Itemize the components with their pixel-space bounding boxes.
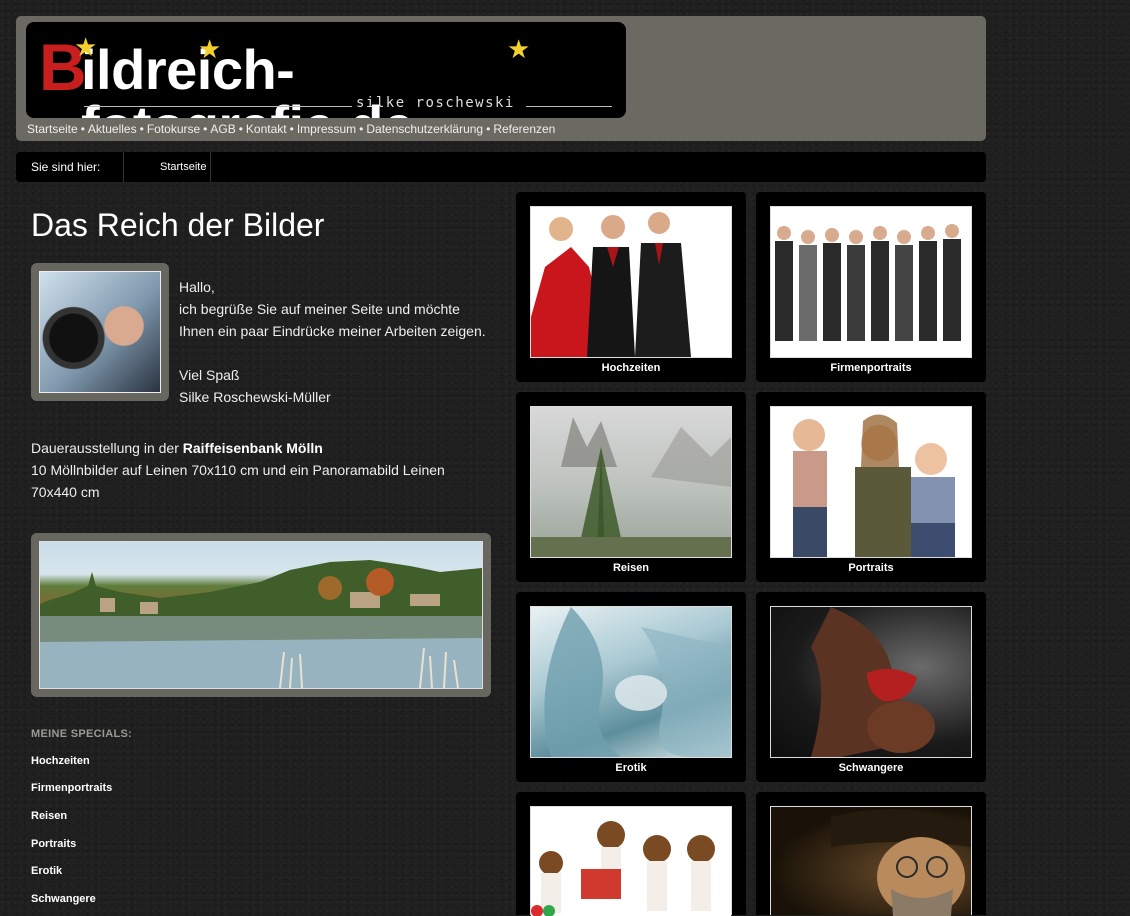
intro-line: Ihnen ein paar Eindrücke meiner Arbeiten…	[179, 323, 486, 339]
gallery-tile-schwangere[interactable]: Schwangere	[756, 592, 986, 782]
nav-agb[interactable]: AGB	[210, 122, 235, 136]
intro-line: ich begrüße Sie auf meiner Seite und möc…	[179, 301, 460, 317]
gallery-tile-erotik[interactable]: Erotik	[516, 592, 746, 782]
erotic-photo[interactable]	[530, 606, 732, 758]
special-link-firmenportraits[interactable]: Firmenportraits	[31, 782, 112, 794]
mountain-fog-photo[interactable]	[530, 406, 732, 558]
nav-startseite[interactable]: Startseite	[27, 122, 78, 136]
breadcrumb-divider	[210, 152, 211, 182]
intro-text: Hallo, ich begrüße Sie auf meiner Seite …	[179, 276, 486, 408]
logo-divider	[84, 106, 352, 107]
nav-fotokurse[interactable]: Fotokurse	[147, 122, 200, 136]
nav-separator: •	[203, 122, 208, 136]
family-portrait-photo[interactable]	[770, 406, 972, 558]
costume-drawing	[831, 809, 971, 916]
nav-separator: •	[359, 122, 364, 136]
page-title: Das Reich der Bilder	[31, 207, 325, 243]
star-icon: ★	[507, 34, 531, 64]
special-link-erotik[interactable]: Erotik	[31, 865, 62, 877]
special-link-reisen[interactable]: Reisen	[31, 810, 67, 822]
erotic-drawing	[544, 607, 731, 757]
tile-caption: Reisen	[612, 562, 650, 574]
exhibition-heading: Dauerausstellung in der Raiffeisenbank M…	[31, 437, 481, 459]
nav-separator: •	[289, 122, 294, 136]
intro-line	[179, 342, 486, 364]
gallery-tile-reisen[interactable]: Reisen	[516, 392, 746, 582]
beagle-puppies-photo[interactable]	[530, 806, 732, 916]
corporate-group-photo[interactable]	[770, 206, 972, 358]
gallery-tile-firmenportraits[interactable]: Firmenportraits	[756, 192, 986, 382]
panorama-lake-drawing	[40, 560, 482, 688]
star-icon: ★	[198, 34, 222, 64]
puppies-drawing	[531, 807, 731, 916]
tile-caption: Firmenportraits	[830, 362, 912, 374]
tile-caption: Hochzeiten	[601, 362, 661, 374]
specials-heading: MEINE SPECIALS:	[31, 728, 133, 740]
logo-divider	[526, 106, 612, 107]
intro-line: Viel Spaß	[179, 367, 240, 383]
nav-separator: •	[238, 122, 243, 136]
nav-aktuelles[interactable]: Aktuelles	[88, 122, 137, 136]
gallery-tile-portraits[interactable]: Portraits	[756, 392, 986, 582]
intro-line: Silke Roschewski-Müller	[179, 389, 331, 405]
wedding-drawing	[531, 207, 731, 357]
nav-kontakt[interactable]: Kontakt	[246, 122, 287, 136]
intro-line: Hallo,	[179, 279, 215, 295]
breadcrumb-label: Sie sind hier:	[31, 160, 101, 174]
panorama-frame	[31, 533, 491, 697]
panorama-lake-image[interactable]	[39, 541, 483, 689]
breadcrumb-divider	[123, 152, 124, 182]
site-header: B ildreich-fotografie.de ★ ★ ★ silke ros…	[16, 16, 986, 141]
photographer-portrait-image	[39, 271, 161, 393]
logo-subtitle: silke roschewski	[356, 95, 515, 111]
special-link-hochzeiten[interactable]: Hochzeiten	[31, 755, 90, 767]
tile-caption: Portraits	[848, 562, 894, 574]
star-icon: ★	[74, 32, 98, 62]
exhibition-venue: Raiffeisenbank Mölln	[182, 440, 323, 456]
special-link-portraits[interactable]: Portraits	[31, 838, 76, 850]
costume-portrait-photo[interactable]	[770, 806, 972, 916]
nav-separator: •	[80, 122, 85, 136]
mountain-drawing	[531, 417, 731, 557]
special-link-schwangere[interactable]: Schwangere	[31, 893, 96, 905]
nav-separator: •	[486, 122, 491, 136]
pregnancy-drawing	[811, 607, 935, 757]
exhibition-text: Dauerausstellung in der Raiffeisenbank M…	[31, 437, 481, 503]
nav-impressum[interactable]: Impressum	[297, 122, 356, 136]
gallery-tile-costume[interactable]	[756, 792, 986, 916]
nav-datenschutz[interactable]: Datenschutzerklärung	[366, 122, 483, 136]
family-drawing	[771, 407, 971, 557]
wedding-photo[interactable]	[530, 206, 732, 358]
nav-separator: •	[139, 122, 144, 136]
nav-referenzen[interactable]: Referenzen	[493, 122, 555, 136]
tile-caption: Schwangere	[838, 762, 904, 774]
pregnancy-photo[interactable]	[770, 606, 972, 758]
corporate-drawing	[771, 207, 971, 357]
gallery-tile-hochzeiten[interactable]: Hochzeiten	[516, 192, 746, 382]
breadcrumb-item-startseite[interactable]: Startseite	[160, 161, 206, 173]
exhibition-details: 10 Möllnbilder auf Leinen 70x110 cm und …	[31, 462, 445, 500]
breadcrumb: Sie sind hier: Startseite	[16, 152, 986, 182]
gallery-tile-dogs[interactable]	[516, 792, 746, 916]
site-logo[interactable]: B ildreich-fotografie.de ★ ★ ★ silke ros…	[26, 22, 626, 118]
portrait-frame	[31, 263, 169, 401]
exhibition-prefix: Dauerausstellung in der	[31, 440, 183, 456]
tile-caption: Erotik	[615, 762, 647, 774]
main-navigation: Startseite • Aktuelles • Fotokurse • AGB • Konta…	[27, 122, 555, 136]
